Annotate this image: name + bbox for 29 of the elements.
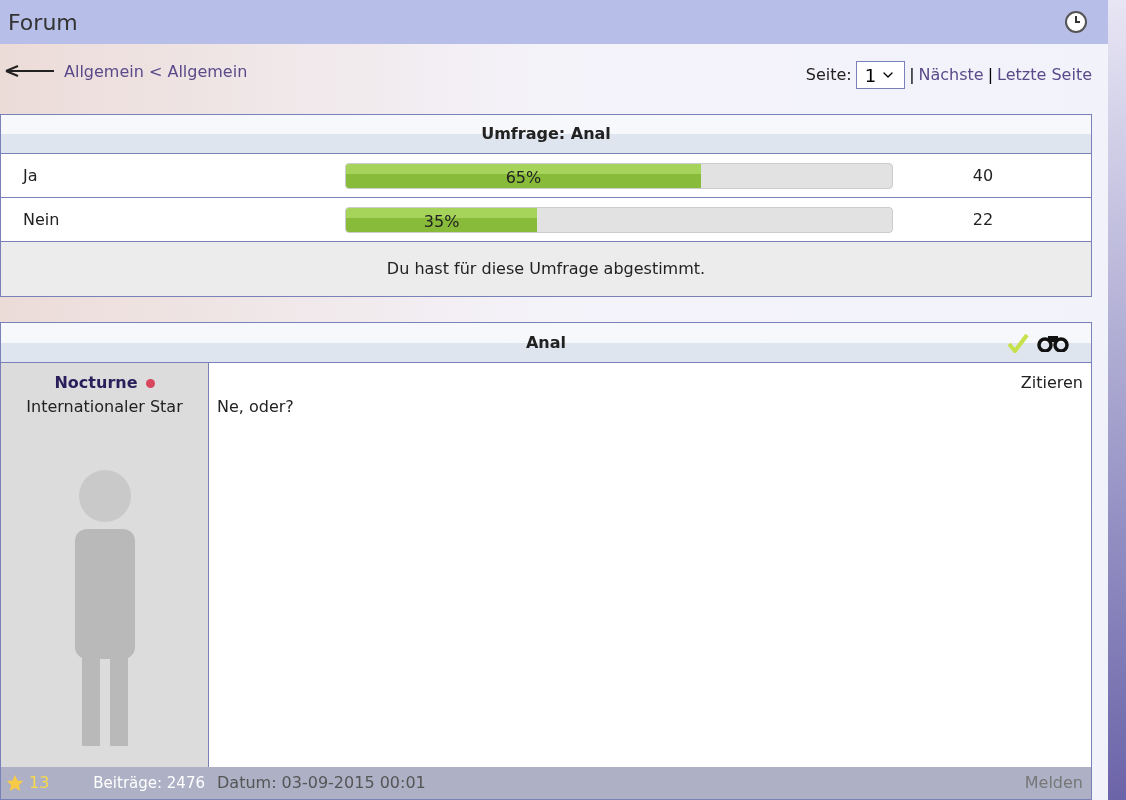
post-date: Datum: 03-09-2015 00:01	[216, 772, 426, 794]
separator: |	[909, 64, 915, 86]
poll-option: Ja	[1, 163, 345, 188]
page-select[interactable]: 1	[855, 61, 906, 89]
separator: |	[987, 64, 994, 86]
page-title: Forum	[8, 8, 78, 37]
post-text: Ne, oder?	[217, 396, 295, 418]
breadcrumb-link[interactable]: Allgemein < Allgemein	[64, 60, 248, 84]
star-icon	[5, 773, 25, 793]
poll-title: Umfrage: Anal	[1, 115, 1091, 154]
poll-option: Nein	[1, 207, 345, 232]
author-rank: Internationaler Star	[26, 396, 183, 418]
clock-icon[interactable]	[1064, 10, 1088, 34]
back-arrow-icon[interactable]	[4, 64, 56, 78]
percent-label: 35%	[423, 210, 460, 232]
checkmark-icon[interactable]	[1007, 333, 1029, 353]
vote-count: 22	[971, 208, 995, 231]
percent-label: 65%	[505, 166, 542, 188]
author-name[interactable]: Nocturne	[54, 371, 138, 395]
page-label: Seite:	[805, 64, 852, 86]
poll-footer: Du hast für diese Umfrage abgestimmt.	[1, 242, 1091, 296]
binoculars-icon[interactable]	[1037, 334, 1069, 352]
next-page-link[interactable]: Nächste	[918, 63, 984, 87]
quote-link[interactable]: Zitieren	[1020, 371, 1083, 395]
vote-count: 40	[971, 164, 995, 187]
post-count: Beiträge: 2476	[93, 772, 206, 794]
post-title: Anal	[525, 331, 567, 354]
star-count: 13	[29, 772, 50, 794]
last-page-link[interactable]: Letzte Seite	[997, 63, 1092, 87]
